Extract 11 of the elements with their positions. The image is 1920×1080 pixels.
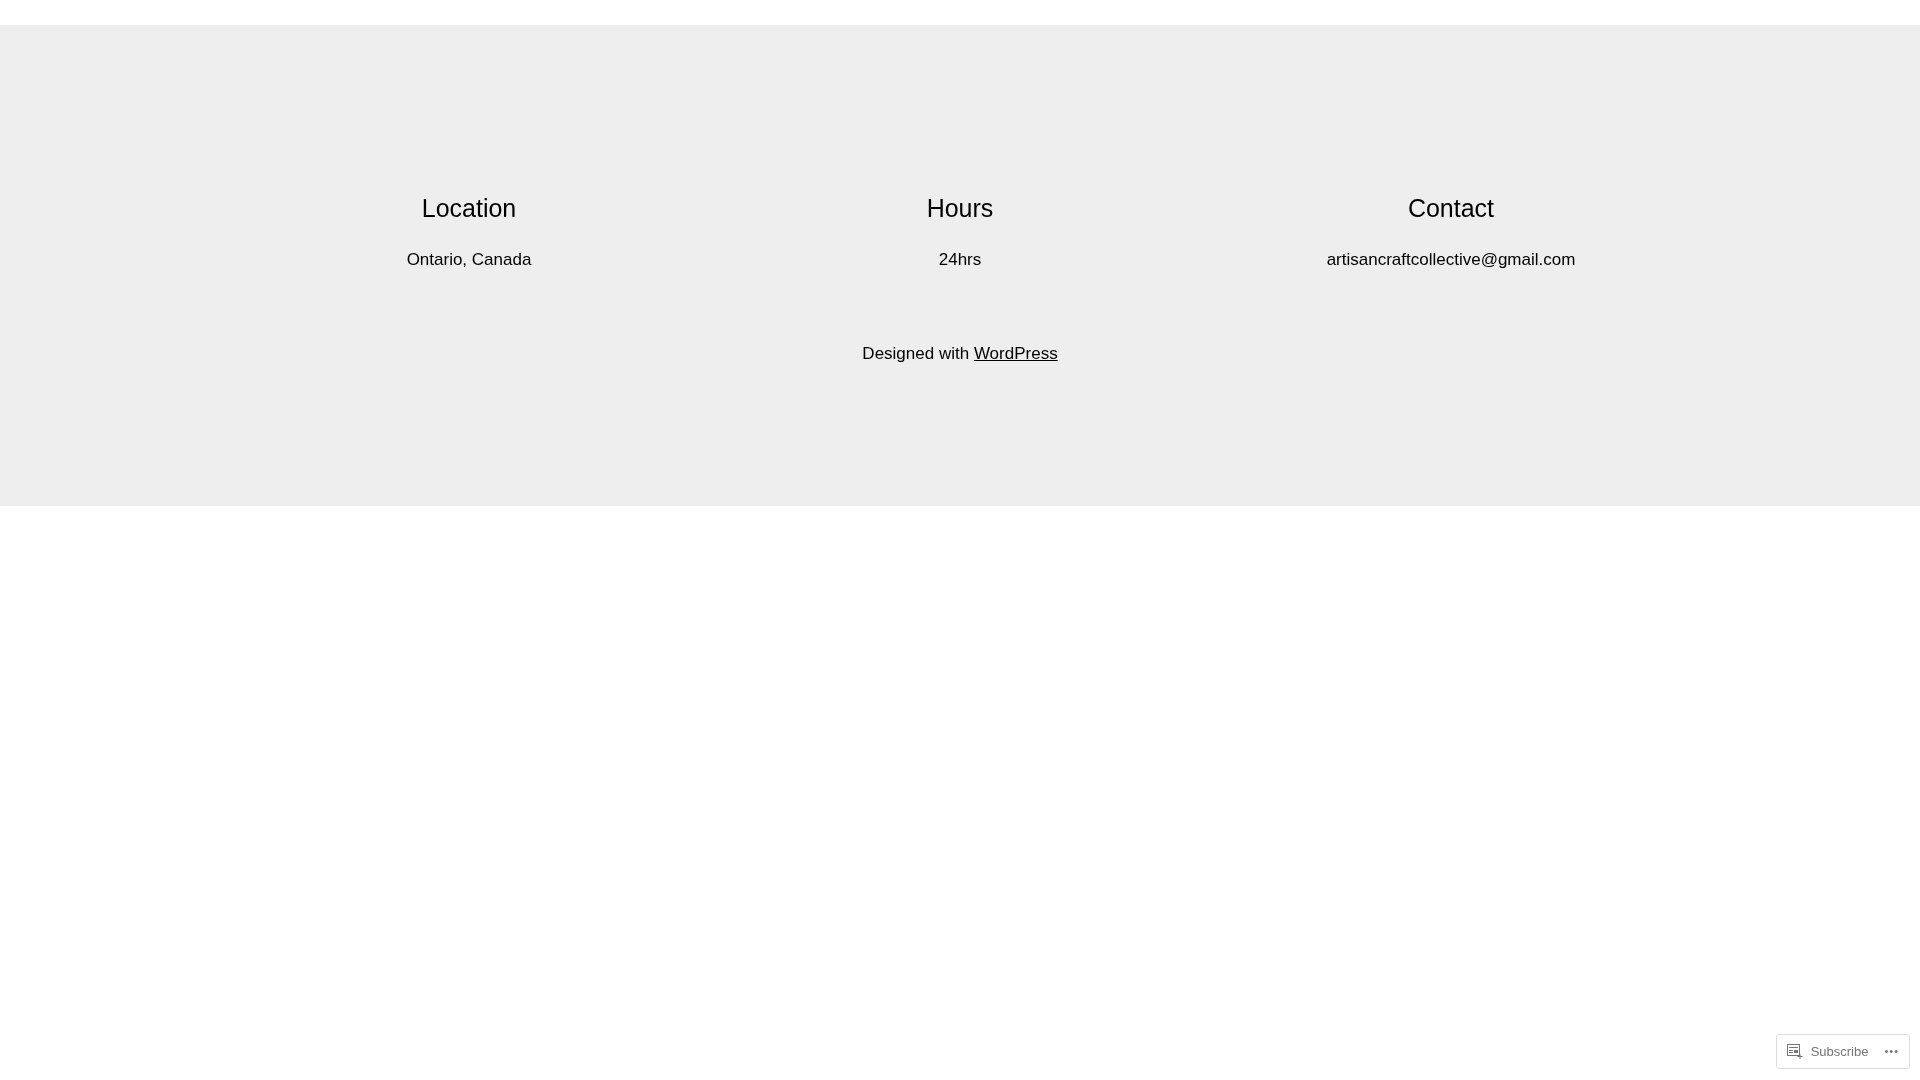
more-button[interactable]: •••	[1884, 1043, 1899, 1060]
credit-text: Designed with WordPress	[861, 342, 1059, 365]
column-text: 24hrs	[937, 249, 983, 271]
column-heading: Location	[420, 193, 518, 223]
subscribe-button[interactable]: Subscribe	[1786, 1041, 1869, 1062]
column-heading: Hours	[925, 193, 995, 223]
wordpress-link[interactable]: WordPress	[973, 343, 1058, 363]
column-text: artisancraftcollective@gmail.com	[1325, 249, 1577, 271]
reader-icon	[1786, 1044, 1803, 1059]
column-heading: Contact	[1406, 193, 1496, 223]
column-text: Ontario, Canada	[405, 249, 533, 271]
